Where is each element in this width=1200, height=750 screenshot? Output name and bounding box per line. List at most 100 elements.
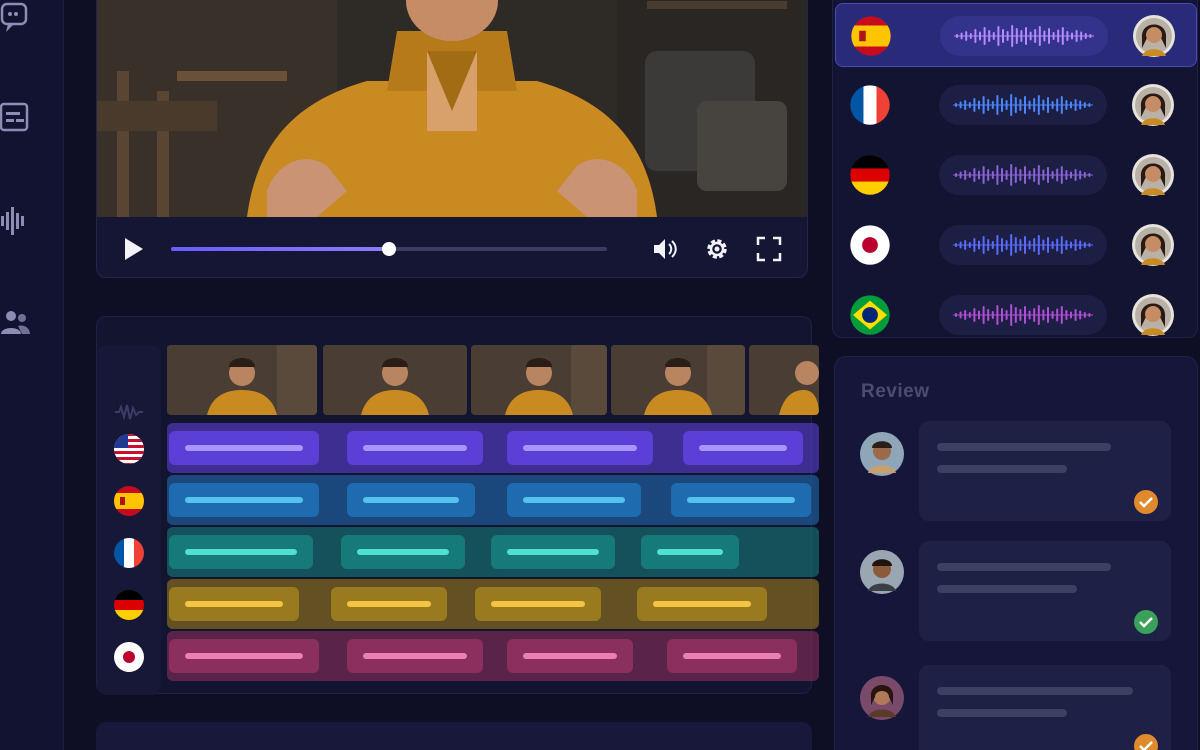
track-de[interactable] [167, 579, 819, 629]
audio-preview[interactable] [939, 295, 1107, 335]
video-thumbnail[interactable] [749, 345, 819, 415]
subtitle-clip-text [363, 653, 467, 659]
subtitle-clip[interactable] [641, 535, 739, 569]
review-panel: Review [834, 356, 1198, 750]
subtitle-clip[interactable] [347, 431, 483, 465]
flag-germany-icon [849, 154, 891, 196]
subtitle-clip-text [657, 549, 723, 555]
approved-check-icon[interactable] [1133, 609, 1159, 635]
voice-avatar[interactable] [1132, 14, 1176, 58]
progress-bar[interactable] [171, 242, 607, 256]
comment-bubble [919, 541, 1171, 641]
video-thumbnail[interactable] [323, 345, 467, 415]
comment-text [937, 443, 1111, 451]
language-item[interactable] [835, 283, 1197, 347]
subtitle-clip-text [523, 445, 637, 451]
subtitle-clip-text [699, 445, 787, 451]
timeline-editor [96, 316, 819, 695]
voice-avatar[interactable] [1131, 153, 1175, 197]
volume-icon[interactable] [651, 235, 679, 263]
gear-icon[interactable] [703, 235, 731, 263]
subtitle-clip[interactable] [683, 431, 803, 465]
audio-preview[interactable] [939, 225, 1107, 265]
track-ja[interactable] [167, 631, 819, 681]
video-thumbnail-strip[interactable] [167, 345, 819, 415]
audio-preview[interactable] [939, 155, 1107, 195]
audio-preview[interactable] [939, 85, 1107, 125]
voice-avatar[interactable] [1131, 83, 1175, 127]
flag-japan-icon[interactable] [113, 641, 145, 673]
language-item[interactable] [835, 73, 1197, 137]
subtitles-icon[interactable] [0, 102, 32, 134]
subtitle-clip[interactable] [169, 587, 299, 621]
subtitle-clip[interactable] [507, 483, 641, 517]
subtitle-clip[interactable] [667, 639, 797, 673]
subtitle-clip-text [185, 601, 283, 607]
audio-preview[interactable] [940, 16, 1108, 56]
video-scene [97, 0, 807, 217]
fullscreen-icon[interactable] [755, 235, 783, 263]
track-fr[interactable] [167, 527, 819, 577]
comment-text [937, 563, 1111, 571]
comment-text [937, 465, 1067, 473]
subtitle-clip-text [653, 601, 751, 607]
avatar[interactable] [859, 675, 905, 721]
video-thumbnail[interactable] [167, 345, 317, 415]
track-en[interactable] [167, 423, 819, 473]
progress-fill [171, 247, 389, 251]
waveform-icon[interactable] [0, 204, 32, 236]
subtitle-clip-text [523, 653, 617, 659]
waveform-icon [115, 403, 143, 421]
subtitle-clip[interactable] [347, 483, 475, 517]
language-item[interactable] [835, 213, 1197, 277]
flag-france-icon[interactable] [113, 537, 145, 569]
subtitle-clip-text [507, 549, 599, 555]
users-icon[interactable] [0, 306, 32, 338]
flag-spain-icon[interactable] [113, 485, 145, 517]
video-thumbnail[interactable] [471, 345, 607, 415]
subtitle-clip-text [523, 497, 625, 503]
language-item[interactable] [835, 3, 1197, 67]
subtitle-clip-text [185, 497, 303, 503]
subtitle-clip[interactable] [507, 431, 653, 465]
review-title: Review [861, 381, 930, 402]
subtitle-clip[interactable] [169, 639, 319, 673]
track-language-column [97, 345, 161, 695]
subtitle-clip[interactable] [169, 431, 319, 465]
track-es[interactable] [167, 475, 819, 525]
play-icon[interactable] [119, 235, 147, 263]
language-list [832, 0, 1198, 338]
subtitle-clip[interactable] [341, 535, 465, 569]
flag-usa-icon[interactable] [113, 433, 145, 465]
avatar[interactable] [859, 549, 905, 595]
approved-check-icon[interactable] [1133, 489, 1159, 515]
subtitle-clip[interactable] [507, 639, 633, 673]
subtitle-clip[interactable] [169, 483, 319, 517]
voice-avatar[interactable] [1131, 223, 1175, 267]
subtitle-clip[interactable] [491, 535, 615, 569]
flag-germany-icon[interactable] [113, 589, 145, 621]
language-item[interactable] [835, 143, 1197, 207]
subtitle-clip[interactable] [475, 587, 601, 621]
video-thumbnail[interactable] [611, 345, 745, 415]
comment-text [937, 585, 1077, 593]
subtitle-clip[interactable] [347, 639, 483, 673]
avatar[interactable] [859, 431, 905, 477]
subtitle-clip-text [185, 653, 303, 659]
bottom-panel [96, 722, 812, 750]
sidebar [0, 0, 64, 750]
chat-icon[interactable] [0, 2, 32, 34]
flag-japan-icon [849, 224, 891, 266]
video-frame[interactable] [97, 0, 807, 217]
subtitle-clip[interactable] [637, 587, 767, 621]
subtitle-clip-text [491, 601, 585, 607]
comment-text [937, 709, 1067, 717]
approved-check-icon[interactable] [1133, 733, 1159, 750]
voice-avatar[interactable] [1131, 293, 1175, 337]
subtitle-clip[interactable] [671, 483, 811, 517]
subtitle-clip[interactable] [169, 535, 313, 569]
video-player[interactable] [96, 0, 808, 278]
comment-bubble [919, 665, 1171, 750]
subtitle-clip[interactable] [331, 587, 447, 621]
progress-knob[interactable] [382, 242, 396, 256]
